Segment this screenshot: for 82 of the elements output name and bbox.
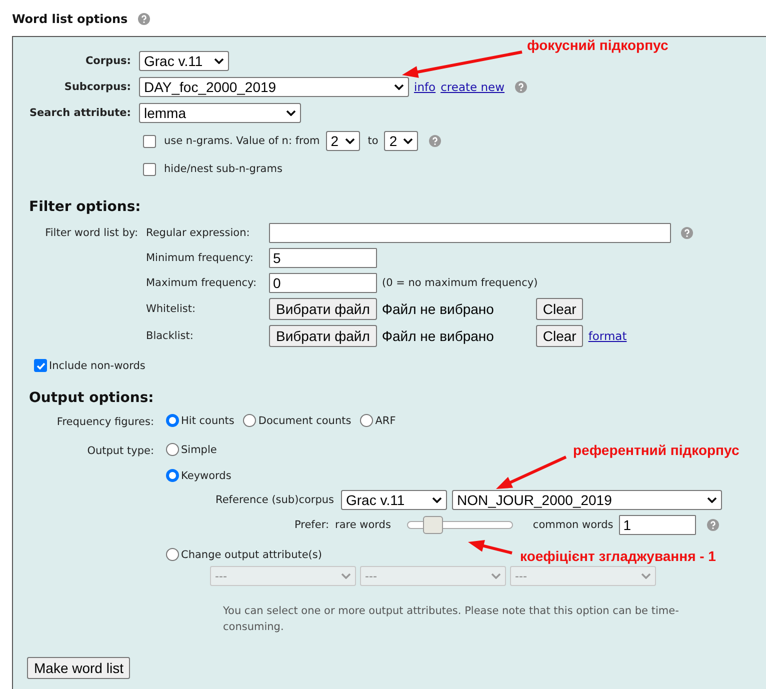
caret-icon	[341, 573, 351, 579]
annotation-text: коефіцієнт згладжування - 1	[520, 548, 716, 564]
text-field[interactable]: 5	[269, 248, 377, 268]
field-label: Search attribute:	[28, 107, 131, 119]
radio-label: Hit counts	[181, 414, 234, 426]
field-label: Prefer:	[293, 519, 329, 531]
corpus-select[interactable]: Grac v.11	[139, 51, 229, 71]
file-status: Файл не вибрано	[382, 328, 495, 344]
slider-label: common words	[532, 519, 614, 531]
radio-label: Document counts	[258, 414, 352, 426]
n-from-select[interactable]: 2	[326, 131, 360, 151]
section-title: Word list options	[12, 12, 128, 26]
section-heading: Output options:	[29, 390, 155, 406]
field-label: Subcorpus:	[63, 81, 131, 93]
caret-icon	[403, 138, 414, 144]
field-label: Filter word list by:	[44, 227, 139, 239]
text-field[interactable]: 0	[269, 273, 377, 293]
caret-icon	[491, 573, 501, 579]
radio-button[interactable]	[243, 414, 256, 427]
text-field[interactable]	[269, 223, 671, 243]
hint-text: You can select one or more output attributes. Please note that this option can be time-consuming.	[223, 604, 680, 635]
checkbox[interactable]	[143, 162, 156, 176]
slider-track[interactable]	[406, 516, 513, 534]
link[interactable]: create new	[440, 80, 505, 94]
radio-label: ARF	[375, 414, 396, 426]
radio-label: Keywords	[181, 470, 232, 482]
field-label: Blacklist:	[146, 330, 194, 342]
slider-thumb[interactable]	[423, 516, 444, 534]
hint-text: (0 = no maximum frequency)	[382, 277, 538, 289]
annotation-text: референтний підкорпус	[573, 442, 740, 458]
annotation-arrow	[468, 540, 512, 554]
annotation-arrow	[496, 456, 567, 489]
field-label: Minimum frequency:	[146, 252, 254, 264]
choose-file-button[interactable]: Вибрати файл	[269, 298, 377, 320]
clear-button[interactable]: Clear	[536, 298, 584, 320]
help-icon[interactable]	[681, 227, 693, 239]
slider-label: rare words	[335, 519, 391, 531]
radio-button[interactable]	[166, 548, 179, 561]
caret-icon	[432, 497, 442, 503]
attribute-select[interactable]: lemma	[139, 103, 301, 123]
caret-icon	[394, 84, 404, 90]
checkbox-label: use n-grams. Value of n: from	[164, 135, 320, 147]
n-to-select[interactable]: 2	[384, 131, 418, 151]
clear-button[interactable]: Clear	[536, 325, 584, 347]
field-label: Whitelist:	[146, 303, 196, 315]
link[interactable]: info	[414, 80, 436, 94]
help-icon[interactable]	[514, 81, 527, 93]
help-icon[interactable]	[707, 519, 720, 531]
format-link[interactable]: format	[588, 329, 627, 343]
field-label: Reference (sub)corpus	[214, 494, 335, 506]
text-field[interactable]: 1	[619, 515, 696, 535]
help-icon[interactable]	[429, 135, 442, 147]
radio-label: Change output attribute(s)	[181, 548, 322, 560]
choose-file-button[interactable]: Вибрати файл	[269, 325, 377, 347]
field-label: Maximum frequency:	[146, 277, 258, 289]
reference-corpus-select[interactable]: Grac v.11	[341, 490, 447, 510]
subcorpus-select[interactable]: DAY_foc_2000_2019	[139, 77, 409, 97]
caret-icon	[286, 110, 296, 116]
checkbox[interactable]	[34, 359, 47, 372]
field-label: to	[368, 135, 378, 147]
field-label: Corpus:	[84, 55, 131, 67]
caret-icon	[707, 497, 717, 503]
caret-icon	[214, 58, 224, 64]
make-word-list-button[interactable]: Make word list	[27, 657, 130, 679]
section-heading: Filter options:	[29, 199, 142, 215]
checkbox-label: hide/nest sub-n-grams	[164, 163, 282, 175]
checkbox[interactable]	[143, 134, 156, 148]
caret-icon	[641, 573, 651, 579]
reference-subcorpus-select[interactable]: NON_JOUR_2000_2019	[452, 490, 722, 510]
radio-button[interactable]	[166, 469, 179, 482]
field-label: Frequency figures:	[56, 415, 154, 430]
radio-button[interactable]	[166, 443, 179, 456]
file-status: Файл не вибрано	[382, 301, 495, 317]
radio-button[interactable]	[360, 414, 374, 427]
checkbox-label: Include non-words	[49, 360, 146, 372]
radio-button[interactable]	[166, 414, 179, 427]
radio-label: Simple	[181, 444, 217, 456]
help-icon[interactable]	[138, 13, 150, 25]
caret-icon	[344, 138, 355, 144]
annotation-text: фокусний підкорпус	[527, 37, 668, 53]
field-label: Output type:	[86, 444, 154, 459]
field-label: Regular expression:	[146, 227, 251, 239]
